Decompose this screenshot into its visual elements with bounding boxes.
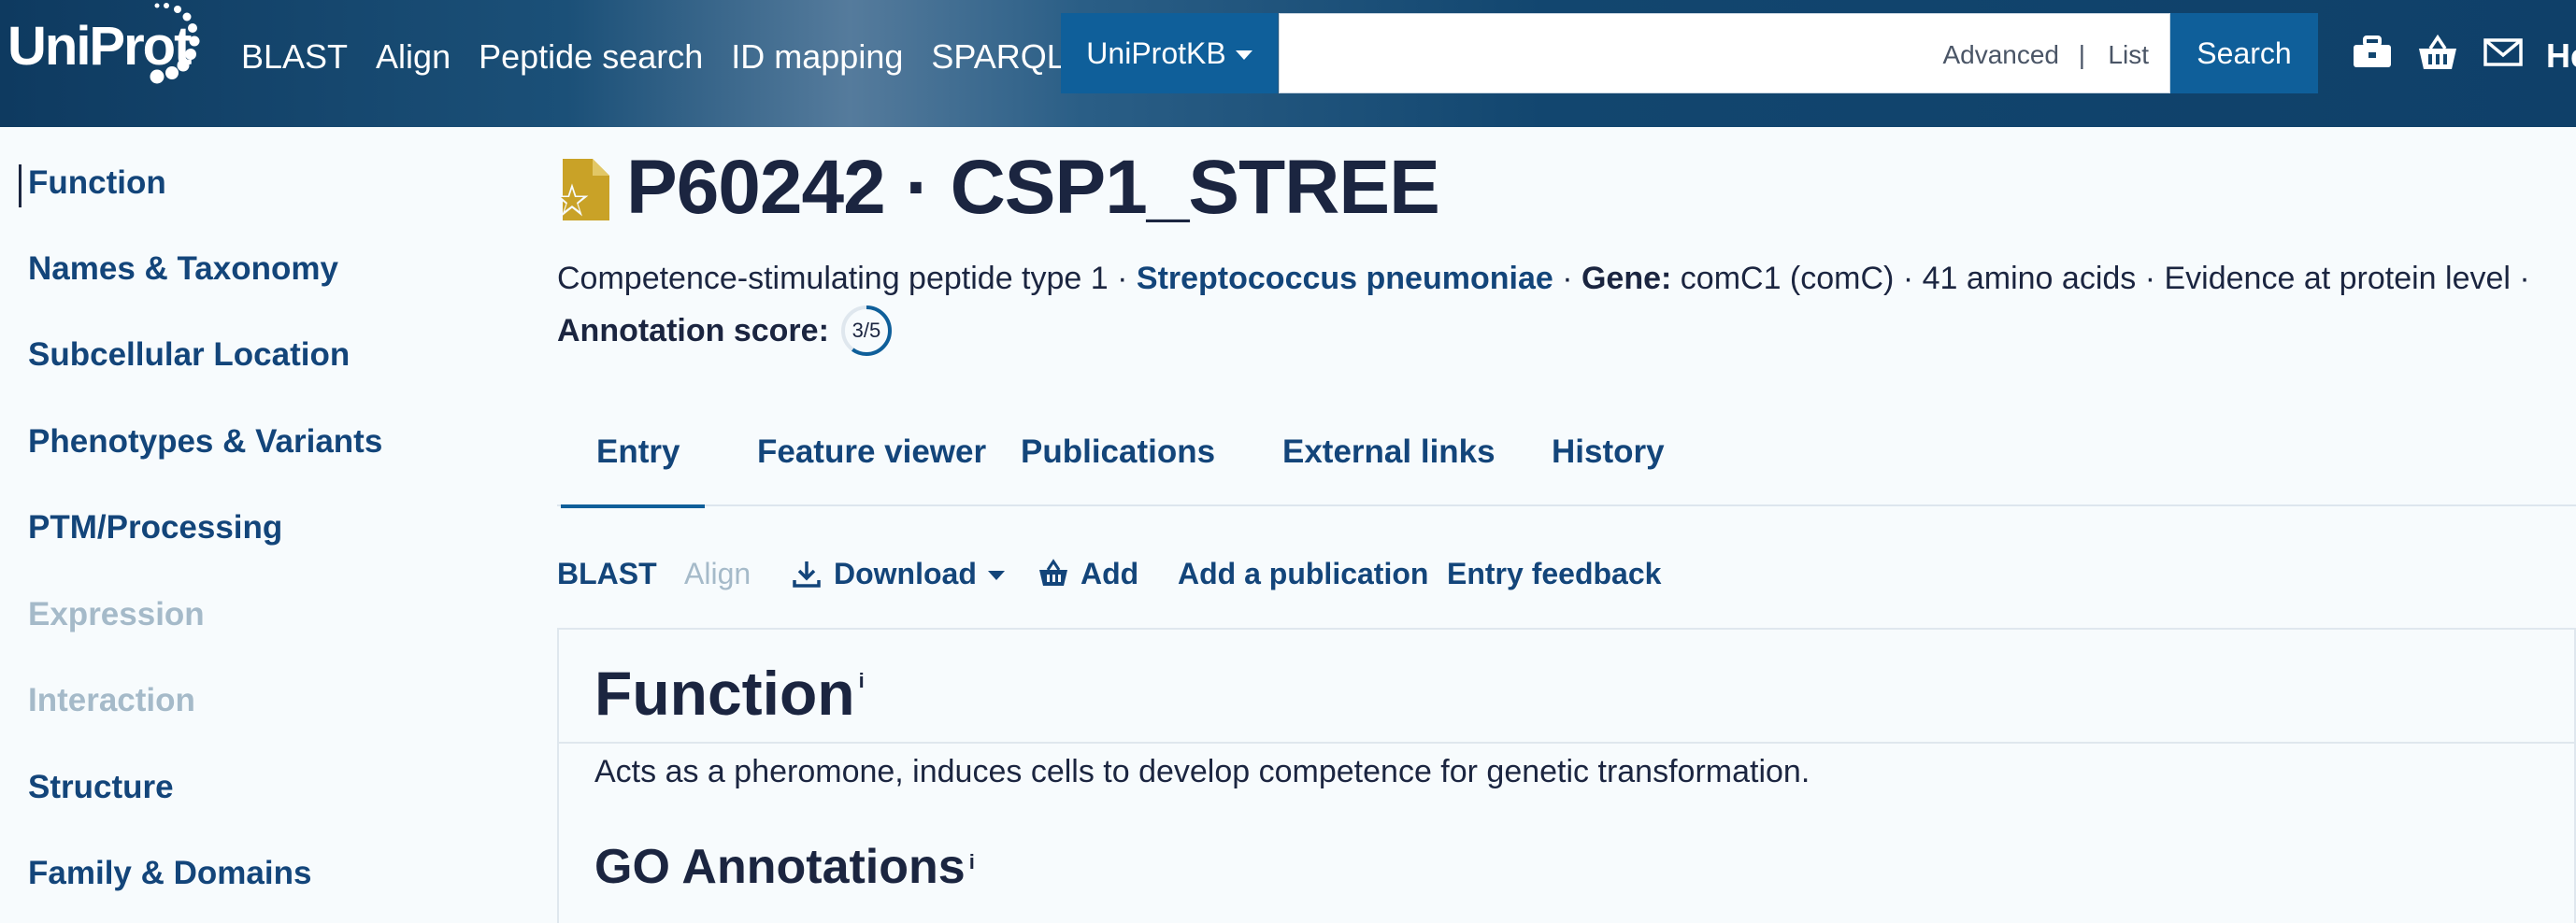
go-annotations-heading: GO Annotations i xyxy=(594,840,975,894)
entry-main: P60242 · CSP1_STREE Competence-stimulati… xyxy=(557,127,2576,923)
nav-peptide-search[interactable]: Peptide search xyxy=(479,34,703,80)
search-input[interactable] xyxy=(1280,14,1915,92)
annotation-score-value: 3/5 xyxy=(852,319,881,342)
blast-button[interactable]: BLAST xyxy=(557,546,657,602)
header-icons xyxy=(2352,34,2524,71)
reviewed-entry-icon xyxy=(557,159,609,220)
tab-entry[interactable]: Entry xyxy=(596,400,680,504)
function-heading: Function i xyxy=(594,659,865,728)
annotation-score-row: Annotation score: 3/5 xyxy=(557,303,894,359)
advanced-search-link[interactable]: Advanced xyxy=(1942,40,2059,70)
download-label: Download xyxy=(834,557,977,590)
nav-sparql[interactable]: SPARQL xyxy=(931,34,1065,80)
protein-existence: Evidence at protein level xyxy=(2164,261,2511,296)
uniprot-logo[interactable]: UniProt xyxy=(7,2,222,95)
separator-dot: · xyxy=(2510,261,2530,296)
help-link[interactable]: He xyxy=(2546,34,2576,78)
align-button: Align xyxy=(684,557,751,590)
nav-blast[interactable]: BLAST xyxy=(241,34,348,80)
sidebar-item-interaction: Interaction xyxy=(28,682,195,718)
search-box: Advanced | List xyxy=(1279,13,2170,93)
add-publication-button[interactable]: Add a publication xyxy=(1178,546,1428,602)
section-divider xyxy=(559,742,2576,744)
separator-dot: · xyxy=(1553,261,1581,296)
gene-label: Gene: xyxy=(1581,261,1672,296)
tab-publications[interactable]: Publications xyxy=(1021,400,1215,504)
entry-feedback-button[interactable]: Entry feedback xyxy=(1447,546,1661,602)
sidebar-item-function[interactable]: Function xyxy=(28,164,166,202)
entry-summary-line: Competence-stimulating peptide type 1 · … xyxy=(557,254,2576,303)
info-icon[interactable]: i xyxy=(859,669,865,692)
top-header: UniProt BLAST Align Peptide search ID ma… xyxy=(0,0,2576,127)
basket-icon xyxy=(1039,559,1067,586)
separator-dot: · xyxy=(1108,261,1137,296)
database-select[interactable]: UniProtKB xyxy=(1061,13,1278,93)
download-icon xyxy=(793,561,821,588)
nav-id-mapping[interactable]: ID mapping xyxy=(731,34,903,80)
active-section-indicator xyxy=(19,164,21,207)
sidebar-item-structure[interactable]: Structure xyxy=(28,769,174,806)
separator-dot: · xyxy=(2136,261,2165,296)
entry-sidebar: Function Names & Taxonomy Subcellular Lo… xyxy=(0,127,523,923)
chevron-down-icon xyxy=(1235,50,1252,60)
search-button[interactable]: Search xyxy=(2170,13,2318,93)
protein-name: Competence-stimulating peptide type 1 xyxy=(557,261,1109,296)
tab-feature-viewer[interactable]: Feature viewer xyxy=(757,400,986,504)
entry-actions-bar: BLAST Align Download Add Add a publicati… xyxy=(557,546,2576,602)
toolkit-icon[interactable] xyxy=(2352,34,2393,71)
add-to-basket-button[interactable]: Add xyxy=(1038,546,1138,602)
mail-icon[interactable] xyxy=(2483,34,2524,71)
sidebar-item-subcellular-location[interactable]: Subcellular Location xyxy=(28,336,350,374)
search-link-separator: | xyxy=(2078,40,2085,69)
tab-history[interactable]: History xyxy=(1552,400,1665,504)
info-icon[interactable]: i xyxy=(969,850,975,873)
sidebar-item-expression: Expression xyxy=(28,596,205,632)
sidebar-item-family-domains[interactable]: Family & Domains xyxy=(28,855,311,892)
annotation-score-label: Annotation score: xyxy=(557,313,829,348)
logo-dots-icon xyxy=(150,3,200,84)
organism-link[interactable]: Streptococcus pneumoniae xyxy=(1137,261,1553,296)
function-section: Function i Acts as a pheromone, induces c… xyxy=(557,628,2576,923)
download-button[interactable]: Download xyxy=(791,546,1005,602)
annotation-score-badge[interactable]: 3/5 xyxy=(838,303,894,359)
sequence-length: 41 amino acids xyxy=(1922,261,2137,296)
sidebar-item-ptm-processing[interactable]: PTM/Processing xyxy=(28,509,282,547)
tab-external-links[interactable]: External links xyxy=(1282,400,1496,504)
active-tab-indicator xyxy=(561,504,705,508)
database-select-label: UniProtKB xyxy=(1086,36,1226,70)
top-nav: BLAST Align Peptide search ID mapping SP… xyxy=(241,34,1066,80)
sidebar-item-names-taxonomy[interactable]: Names & Taxonomy xyxy=(28,250,338,288)
entry-tabs: Entry Feature viewer Publications Extern… xyxy=(557,400,2576,506)
basket-icon[interactable] xyxy=(2417,34,2458,71)
list-search-link[interactable]: List xyxy=(2108,40,2149,70)
function-description: Acts as a pheromone, induces cells to de… xyxy=(594,754,1810,789)
sidebar-item-phenotypes-variants[interactable]: Phenotypes & Variants xyxy=(28,423,382,461)
nav-align[interactable]: Align xyxy=(376,34,451,80)
gene-value: comC1 (comC) xyxy=(1671,261,1895,296)
add-label: Add xyxy=(1080,557,1139,590)
chevron-down-icon xyxy=(987,571,1005,580)
entry-title: P60242 · CSP1_STREE xyxy=(626,145,1440,230)
separator-dot: · xyxy=(1894,261,1923,296)
